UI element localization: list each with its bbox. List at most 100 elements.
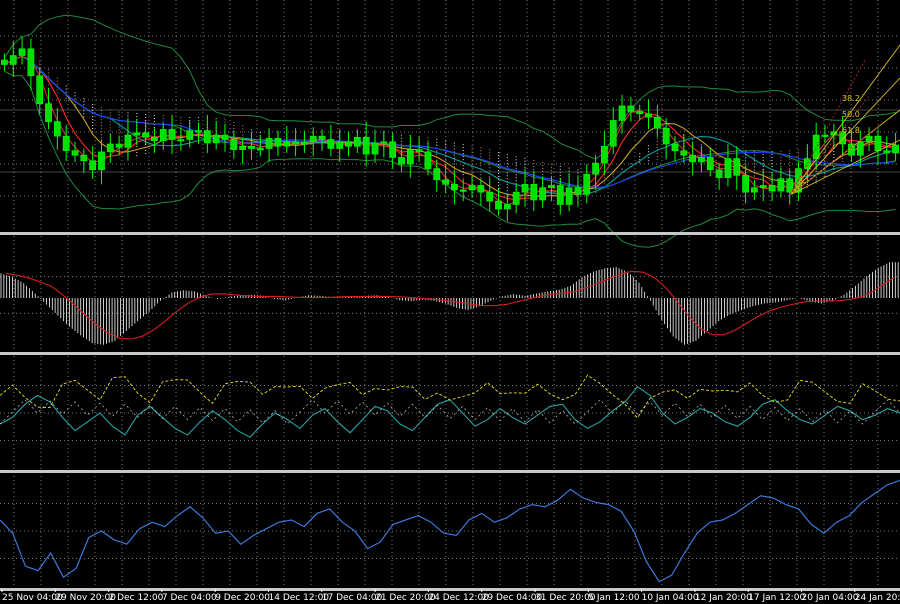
candle-body [653,116,661,129]
candle-body [548,185,555,188]
candle-body [203,130,211,144]
candle-body [406,149,414,165]
candle-body [389,141,397,158]
panel-separator [0,470,900,473]
candle-body [151,136,158,141]
x-tick-label: 31 Dec 20:00 [535,593,596,603]
candle-body [265,138,273,149]
candle-body [812,134,820,159]
trading-chart[interactable]: 38.2 50.0 61.8 25 Nov 04:0029 Nov 20:002 D… [0,0,900,604]
candle-body [609,120,617,147]
candle-body [53,121,61,137]
panel-separator [0,232,900,235]
candle-body [539,187,547,201]
x-tick-label: 5 Jan 12:00 [588,593,640,603]
candle-body [398,157,405,165]
candle-body [892,144,899,154]
candle-body [530,184,538,201]
candle-body [327,139,335,149]
candle-body [318,135,326,140]
x-tick-label: 29 Dec 04:00 [482,593,543,603]
candle-body [618,105,626,121]
candle-body [186,130,194,140]
fib-level-label: 38.2 [842,94,860,103]
candle-body [362,136,370,155]
candle-body [786,178,794,193]
candle-body [486,191,494,202]
x-tick-label: 12 Jan 20:00 [695,593,752,603]
candle-body [18,48,26,56]
candle-body [865,135,873,143]
candle-body [9,55,17,65]
candle-body [883,150,891,154]
candle-body [671,143,679,152]
candle-body [512,191,520,205]
candle-body [424,151,432,169]
candle-body [177,139,185,142]
candle-body [556,185,564,205]
candle-body [645,113,652,118]
candle-body [80,154,88,162]
candle-body [574,187,582,195]
candle-body [495,200,502,210]
candle-body [336,141,344,149]
candle-body [239,145,247,150]
candle-body [345,141,352,147]
candle-body [477,185,485,193]
candle-body [371,142,379,155]
x-tick-label: 17 Dec 04:00 [322,593,383,603]
candle-body [689,154,697,163]
panel-separator [0,352,900,355]
candle-body [433,168,441,181]
candle-body [89,160,97,171]
fib-level-label: 50.0 [842,110,860,119]
candle-body [680,150,688,156]
candle-body [601,145,608,164]
x-tick-label: 7 Dec 04:00 [162,593,217,603]
candle-body [451,184,458,191]
candle-body [133,132,141,136]
candle-body [715,169,723,178]
candle-body [777,178,785,192]
candle-body [115,143,123,148]
candle-body [248,145,255,149]
panel-separator [0,588,900,591]
candle-body [106,143,114,153]
x-tick-label: 24 Dec 12:00 [428,593,489,603]
candle-body [768,185,776,192]
candle-body [195,130,202,133]
candle-body [565,187,573,205]
candle-body [380,141,388,144]
candle-body [733,158,741,176]
candle-body [724,158,732,178]
candle-body [301,141,308,145]
candle-body [36,75,44,104]
candle-body [353,136,361,147]
candle-body [230,139,238,150]
candle-body [309,135,317,143]
x-tick-label: 2 Dec 12:00 [109,593,164,603]
candle-body [71,150,79,156]
candle-body [583,173,591,195]
candle-body [706,157,714,171]
candle-body [592,162,599,175]
x-tick-label: 14 Dec 12:00 [269,593,330,603]
candle-body [27,48,35,76]
x-tick-label: 17 Jan 12:00 [748,593,805,603]
candle-body [1,59,8,65]
candle-body [283,141,291,147]
candle-body [742,175,749,193]
candle-body [256,148,264,151]
candle-body [142,132,149,138]
x-tick-label: 20 Jan 04:00 [802,593,859,603]
candle-body [759,185,767,188]
x-tick-label: 21 Dec 20:00 [375,593,436,603]
x-tick-label: 25 Nov 04:00 [2,593,63,603]
fib-level-label: 61.8 [842,126,860,135]
candle-body [503,204,511,210]
x-tick-label: 24 Jan 20:00 [855,593,900,603]
x-tick-label: 9 Dec 20:00 [215,593,270,603]
candle-body [212,134,220,144]
candle-body [627,105,635,112]
candle-body [274,138,282,147]
